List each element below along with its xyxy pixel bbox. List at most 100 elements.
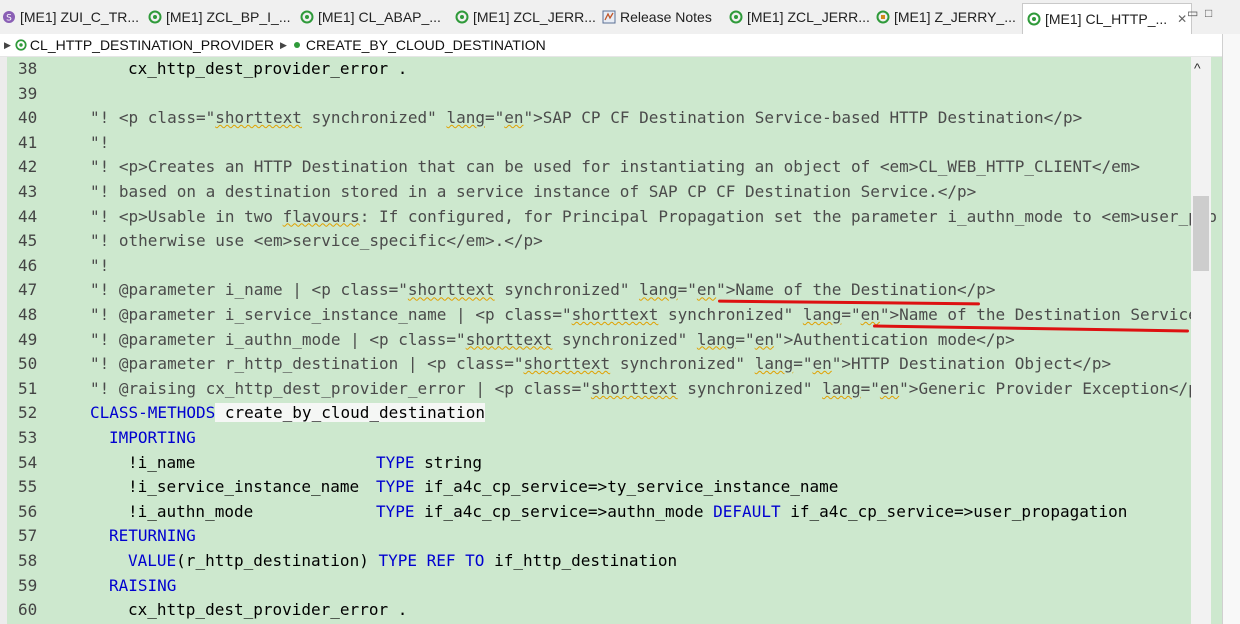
maximize-icon[interactable]: □ <box>1205 6 1212 20</box>
line-number: 60 <box>18 600 38 620</box>
doc-icon <box>602 10 616 24</box>
tab-cl-http-active[interactable]: [ME1] CL_HTTP_... ✕ <box>1022 3 1193 34</box>
program-icon <box>876 10 890 24</box>
minimize-icon[interactable]: ▭ <box>1187 6 1198 20</box>
class-icon <box>300 10 314 24</box>
code-line[interactable]: 59 RAISING <box>7 574 1191 599</box>
line-number: 44 <box>18 206 38 226</box>
code-text: RAISING <box>109 575 177 595</box>
code-line[interactable]: 40 "! <p class="shorttext synchronized" l… <box>7 106 1191 131</box>
code-line[interactable]: 55 !i_service_instance_name TYPE if_a4c_cp… <box>7 475 1191 500</box>
code-line[interactable]: 45 "! otherwise use <em>service_specific<… <box>7 229 1191 254</box>
code-line[interactable]: 56 !i_authn_mode TYPE if_a4c_cp_service=>a… <box>7 500 1191 525</box>
code-text: "! @parameter i_name | <p class="shortte… <box>90 280 996 300</box>
line-number: 59 <box>18 575 38 595</box>
tab-label: [ME1] CL_HTTP_... <box>1045 11 1168 27</box>
code-text: VALUE(r_http_destination) TYPE REF TO if… <box>128 551 678 570</box>
code-line[interactable]: 52 CLASS-METHODS create_by_cloud_destinat… <box>7 401 1191 426</box>
code-text: "! <box>90 255 110 275</box>
code-line[interactable]: 51 "! @raising cx_http_dest_provider_erro… <box>7 377 1207 402</box>
scrollbar-thumb[interactable] <box>1193 196 1209 271</box>
line-number: 50 <box>18 354 38 374</box>
line-number: 58 <box>18 551 38 570</box>
vertical-scrollbar[interactable] <box>1191 57 1211 624</box>
code-text: !i_service_instance_name TYPE if_a4c_cp_s… <box>128 477 839 497</box>
line-number: 41 <box>18 132 38 152</box>
line-number: 56 <box>18 501 38 521</box>
code-line[interactable]: 42 "! <p>Creates an HTTP Destination that… <box>7 155 1191 180</box>
line-number: 54 <box>18 452 38 472</box>
class-icon <box>15 39 27 51</box>
tab-zcl-jerr-2[interactable]: [ME1] ZCL_JERR... <box>729 4 870 30</box>
cds-icon: S <box>3 11 15 24</box>
line-number: 38 <box>18 59 38 78</box>
line-number: 39 <box>18 83 38 103</box>
tab-cl-abap[interactable]: [ME1] CL_ABAP_... <box>300 4 441 30</box>
code-line[interactable]: 49 "! @parameter i_authn_mode | <p class=… <box>7 328 1191 353</box>
code-editor[interactable]: 38 cx_http_dest_provider_error . 39 40 "! … <box>0 57 1222 624</box>
tab-label: [ME1] ZCL_JERR... <box>747 9 870 25</box>
code-text: "! <p>Usable in two flavours: If configu… <box>90 206 1218 226</box>
code-line[interactable]: 60 cx_http_dest_provider_error . <box>7 598 1191 623</box>
code-text: "! @parameter r_http_destination | <p cl… <box>90 354 1112 374</box>
line-number: 51 <box>18 378 38 398</box>
code-line[interactable]: 46 "! <box>7 254 1191 279</box>
class-icon <box>1027 12 1041 26</box>
code-text: "! <box>90 132 110 152</box>
tab-label: [ME1] ZCL_BP_I_... <box>166 9 291 25</box>
code-line[interactable]: 48 "! @parameter i_service_instance_name … <box>7 303 1198 328</box>
code-text: "! <p class="shorttext synchronized" lan… <box>90 108 1083 128</box>
line-number: 40 <box>18 108 38 128</box>
chevron-right-icon[interactable]: ▶ <box>280 40 287 51</box>
code-text: "! @parameter i_service_instance_name | … <box>90 305 1198 324</box>
tab-label: [ME1] ZUI_C_TR... <box>20 9 140 25</box>
code-line[interactable]: 43 "! based on a destination stored in a … <box>7 180 1191 205</box>
code-text: IMPORTING <box>109 428 196 447</box>
code-line[interactable]: 57 RETURNING <box>7 524 1191 549</box>
code-line[interactable]: 50 "! @parameter r_http_destination | <p … <box>7 352 1191 377</box>
code-text: RETURNING <box>109 526 196 546</box>
breadcrumb-method[interactable]: CREATE_BY_CLOUD_DESTINATION <box>306 37 546 53</box>
tab-label: [ME1] CL_ABAP_... <box>318 9 441 25</box>
tab-label: Release Notes <box>620 9 712 25</box>
tab-label: [ME1] Z_JERRY_... <box>894 9 1016 25</box>
code-line[interactable]: 44 "! <p>Usable in two flavours: If confi… <box>7 205 1217 230</box>
line-number: 55 <box>18 477 38 497</box>
tab-zcl-bp-i[interactable]: [ME1] ZCL_BP_I_... <box>148 4 291 30</box>
line-number: 45 <box>18 231 38 251</box>
side-panel-edge <box>1222 34 1240 624</box>
breadcrumb-class[interactable]: CL_HTTP_DESTINATION_PROVIDER <box>30 37 274 53</box>
tab-zui-c-tr[interactable]: S [ME1] ZUI_C_TR... <box>2 4 139 30</box>
tab-z-jerry[interactable]: [ME1] Z_JERRY_... <box>876 4 1016 30</box>
class-icon <box>455 10 469 24</box>
tab-release-notes[interactable]: Release Notes <box>602 4 712 30</box>
class-icon <box>148 10 162 24</box>
code-line[interactable]: 47 "! @parameter i_name | <p class="short… <box>7 278 1191 303</box>
line-number: 49 <box>18 329 38 349</box>
tab-zcl-jerr-1[interactable]: [ME1] ZCL_JERR... <box>455 4 596 30</box>
code-line[interactable]: 39 <box>7 82 1191 107</box>
line-number: 52 <box>18 403 38 423</box>
code-line[interactable]: 41 "! <box>7 131 1191 156</box>
line-number: 46 <box>18 255 38 275</box>
code-text: cx_http_dest_provider_error . <box>128 600 408 620</box>
line-number: 47 <box>18 280 38 300</box>
code-text: !i_name TYPE string <box>128 452 482 472</box>
line-number: 48 <box>18 305 38 324</box>
code-line[interactable]: 38 cx_http_dest_provider_error . <box>7 57 1191 82</box>
code-line[interactable]: 53 IMPORTING <box>7 426 1191 451</box>
code-line[interactable]: 58 VALUE(r_http_destination) TYPE REF TO … <box>7 549 1191 574</box>
class-icon <box>729 10 743 24</box>
editor-tab-bar: S [ME1] ZUI_C_TR... [ME1] ZCL_BP_I_... [… <box>0 0 1240 35</box>
svg-text:S: S <box>6 14 12 24</box>
chevron-right-icon[interactable]: ▶ <box>4 40 11 51</box>
line-number: 43 <box>18 182 38 201</box>
code-text: CLASS-METHODS create_by_cloud_destinatio… <box>90 403 485 423</box>
breadcrumb: ▶ CL_HTTP_DESTINATION_PROVIDER ▶ CREATE_… <box>0 34 1222 57</box>
scroll-up-icon[interactable]: ^ <box>1194 60 1201 76</box>
close-icon[interactable]: ✕ <box>1177 12 1187 26</box>
code-line[interactable]: 54 !i_name TYPE string <box>7 451 1191 476</box>
code-text: "! @parameter i_authn_mode | <p class="s… <box>90 329 1015 349</box>
line-number: 42 <box>18 157 38 177</box>
tab-label: [ME1] ZCL_JERR... <box>473 9 596 25</box>
